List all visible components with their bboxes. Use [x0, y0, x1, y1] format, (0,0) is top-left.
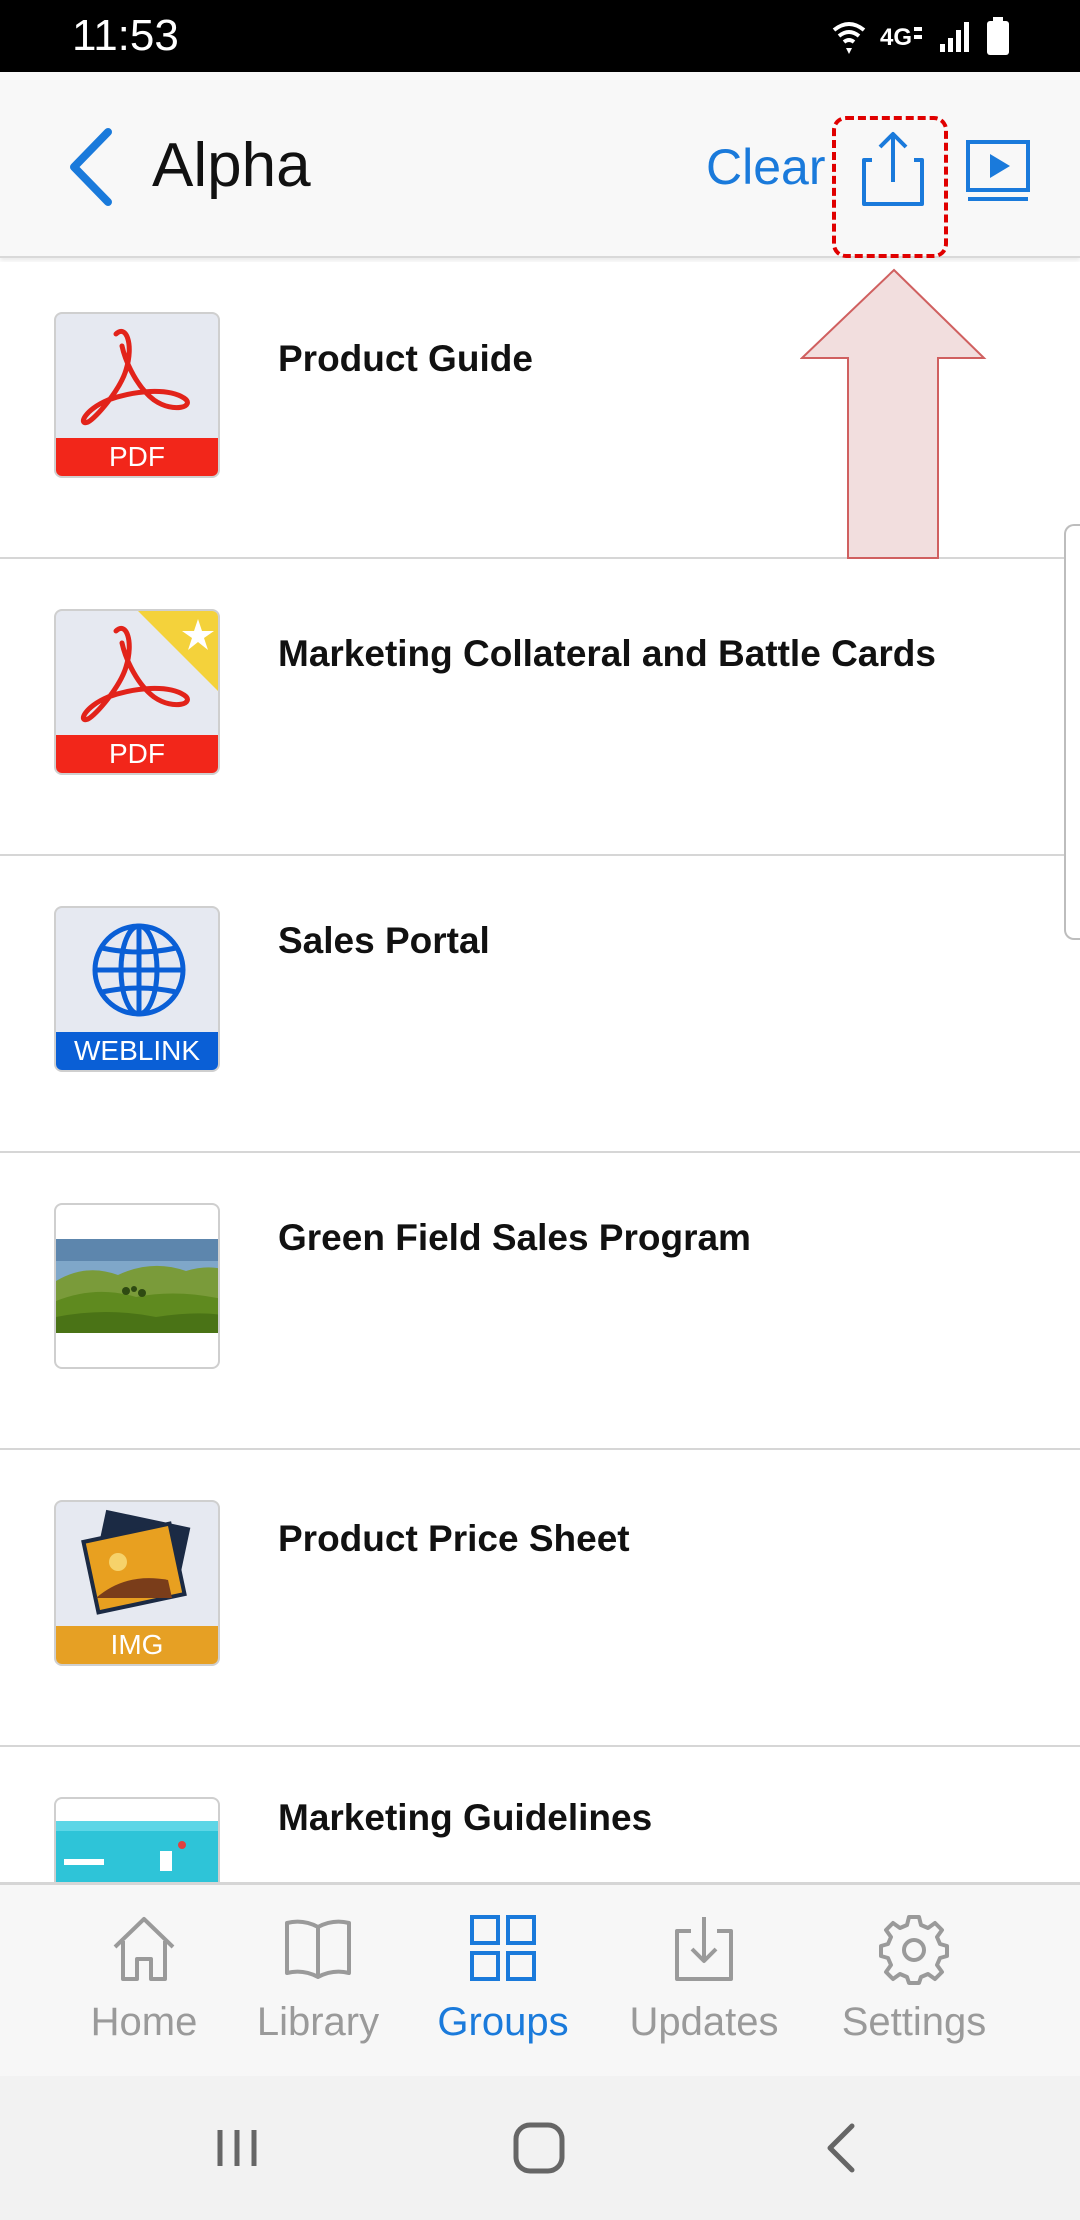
status-time: 11:53 [72, 11, 179, 60]
list-item[interactable]: PDF Marketing Collateral and Battle Card… [0, 559, 1080, 856]
system-nav-bar [0, 2076, 1080, 2220]
image-preview-thumbnail [54, 1797, 220, 1882]
pdf-icon [81, 329, 190, 426]
list-item[interactable]: IMG Product Price Sheet [0, 1450, 1080, 1747]
back-nav-icon[interactable] [796, 2106, 886, 2190]
tab-label: Home [90, 2000, 198, 2044]
list-item[interactable]: WEBLINK Sales Portal [0, 856, 1080, 1153]
thumb-badge: PDF [56, 735, 218, 773]
img-thumbnail: IMG [54, 1500, 220, 1666]
scroll-handle[interactable] [1064, 524, 1080, 940]
thumb-badge: PDF [56, 438, 218, 476]
tab-label: Library [256, 2000, 380, 2044]
gear-icon [879, 1915, 949, 1985]
graphic-preview-image [56, 1821, 218, 1882]
status-bar: 11:53 4G [0, 0, 1080, 72]
tab-home[interactable]: Home [54, 1885, 234, 2079]
wifi-icon [832, 22, 866, 54]
bottom-tab-bar: Home Library Groups Updates Settings [0, 1882, 1080, 2076]
grid-icon [470, 1915, 536, 1981]
item-title: Marketing Collateral and Battle Cards [278, 633, 936, 674]
list-item[interactable]: Marketing Guidelines [0, 1747, 1080, 1882]
thumb-badge: WEBLINK [56, 1032, 218, 1070]
item-title: Product Guide [278, 338, 533, 379]
item-title: Sales Portal [278, 920, 490, 961]
item-title: Marketing Guidelines [278, 1797, 653, 1838]
clear-button[interactable]: Clear [706, 136, 825, 198]
globe-icon [92, 923, 186, 1017]
tab-settings[interactable]: Settings [816, 1885, 1012, 2079]
home-icon [113, 1917, 175, 1981]
annotation-highlight-box [832, 116, 948, 258]
list-item[interactable]: Green Field Sales Program [0, 1153, 1080, 1450]
page-title: Alpha [152, 131, 311, 200]
book-icon [285, 1919, 351, 1979]
tab-label: Groups [437, 2000, 569, 2044]
weblink-thumbnail: WEBLINK [54, 906, 220, 1072]
item-title: Green Field Sales Program [278, 1217, 751, 1258]
recent-apps-icon[interactable] [192, 2106, 282, 2190]
pdf-thumbnail: PDF [54, 609, 220, 775]
home-nav-icon[interactable] [494, 2106, 584, 2190]
tab-label: Settings [841, 2000, 987, 2044]
svg-text:4G: 4G [880, 24, 912, 51]
tab-library[interactable]: Library [234, 1885, 402, 2079]
photo-thumbnail [54, 1203, 220, 1369]
landscape-image [56, 1239, 218, 1333]
image-icon [81, 1509, 191, 1615]
download-icon [675, 1917, 733, 1981]
tab-groups[interactable]: Groups [412, 1885, 594, 2079]
thumb-badge: IMG [56, 1626, 218, 1664]
tab-updates[interactable]: Updates [614, 1885, 794, 2079]
annotation-arrow-icon [800, 268, 987, 559]
pdf-thumbnail: PDF [54, 312, 220, 478]
present-icon[interactable] [965, 136, 1031, 206]
item-title: Product Price Sheet [278, 1518, 630, 1559]
tab-label: Updates [629, 2000, 779, 2044]
back-icon[interactable] [62, 124, 122, 210]
battery-icon [987, 17, 1009, 55]
status-icons: 4G [830, 14, 1010, 58]
signal-icon [940, 22, 969, 52]
4g-icon: 4G [880, 24, 922, 51]
